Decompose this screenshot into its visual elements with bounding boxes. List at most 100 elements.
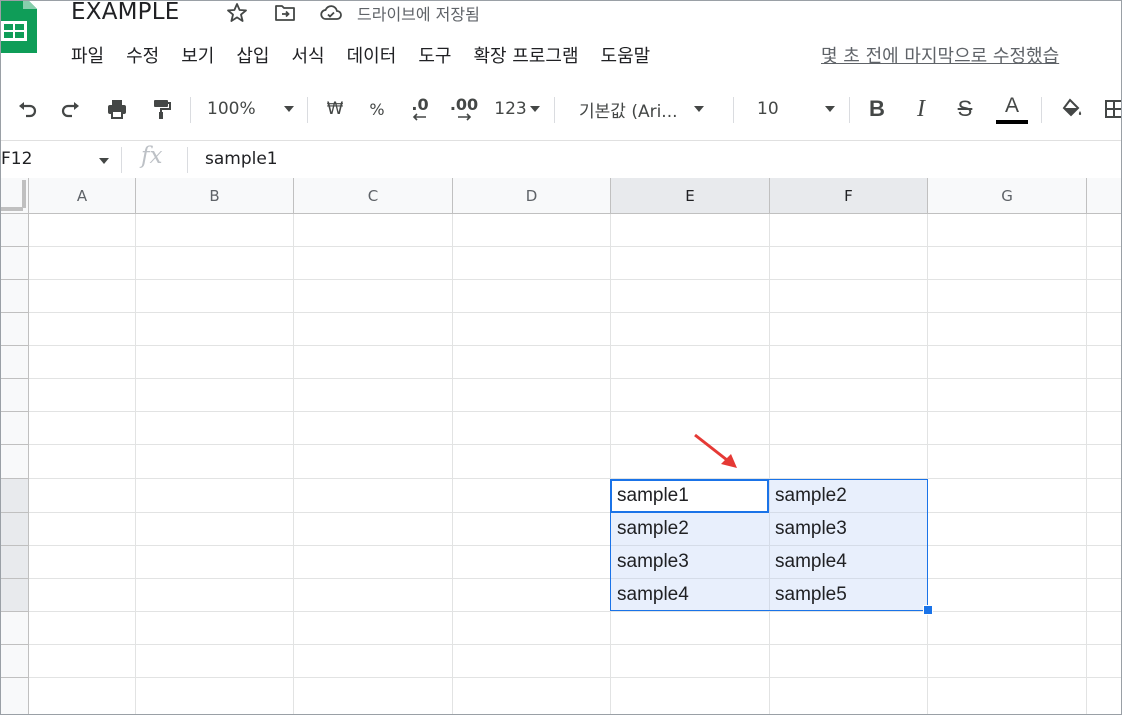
column-header-g[interactable]: G	[928, 178, 1087, 214]
select-all-corner[interactable]	[1, 178, 29, 214]
sheet-grid: A B C D E F G sample1 sample2 sample2 sa…	[1, 178, 1121, 714]
percent-format-button[interactable]: %	[363, 87, 391, 131]
print-button[interactable]	[101, 87, 133, 131]
row-header[interactable]	[1, 379, 29, 412]
undo-button[interactable]	[11, 87, 43, 131]
annotation-arrow-icon	[694, 433, 737, 468]
font-family-select[interactable]: 기본값 (Ari...	[579, 87, 721, 131]
italic-label: I	[917, 95, 925, 122]
formula-bar: F12 fx sample1	[1, 140, 1121, 178]
chevron-down-icon	[529, 106, 540, 112]
row-header[interactable]	[1, 479, 29, 513]
zoom-select[interactable]: 100%	[207, 87, 295, 131]
column-header-e[interactable]: E	[611, 178, 770, 214]
toolbar: 100% ₩ % .0 .00 123 기본값 (Ari... 10 B I S…	[1, 87, 1121, 131]
strikethrough-button[interactable]: S	[951, 87, 979, 131]
menu-help[interactable]: 도움말	[601, 42, 651, 68]
row-header[interactable]	[1, 346, 29, 379]
grid-line	[927, 214, 928, 714]
freeze-column-handle[interactable]	[22, 180, 26, 208]
column-header-d[interactable]: D	[453, 178, 611, 214]
grid-line	[29, 378, 1121, 379]
column-header-f[interactable]: F	[770, 178, 928, 214]
menu-edit[interactable]: 수정	[126, 42, 159, 68]
cell-f-value[interactable]: sample5	[775, 584, 847, 606]
row-header[interactable]	[1, 214, 29, 247]
cloud-saved-icon[interactable]	[319, 1, 343, 25]
star-icon[interactable]	[225, 1, 249, 25]
sheets-logo-icon[interactable]	[0, 0, 37, 53]
cell-f-value[interactable]: sample4	[775, 551, 847, 573]
increase-decimal-button[interactable]: .00	[445, 87, 483, 131]
row-header[interactable]	[1, 247, 29, 280]
italic-button[interactable]: I	[907, 87, 935, 131]
borders-icon	[1105, 100, 1121, 118]
decrease-decimal-button[interactable]: .0	[403, 87, 437, 131]
grid-line	[452, 214, 453, 714]
cell-e-value[interactable]: sample1	[617, 485, 689, 507]
toolbar-divider	[1041, 97, 1042, 123]
fx-icon: fx	[141, 143, 163, 169]
menu-file[interactable]: 파일	[71, 42, 104, 68]
row-header[interactable]	[1, 313, 29, 346]
column-header-h[interactable]	[1087, 178, 1121, 214]
row-header[interactable]	[1, 678, 29, 714]
row-header[interactable]	[1, 445, 29, 479]
cell-e-value[interactable]: sample4	[617, 584, 689, 606]
cell-f-value[interactable]: sample3	[775, 518, 847, 540]
decrease-decimal-label: .0	[411, 95, 429, 114]
row-header[interactable]	[1, 645, 29, 678]
row-header[interactable]	[1, 280, 29, 313]
menu-extensions[interactable]: 확장 프로그램	[473, 42, 578, 68]
menu-insert[interactable]: 삽입	[236, 42, 269, 68]
borders-button[interactable]	[1101, 87, 1121, 131]
cell-f-value[interactable]: sample2	[775, 485, 847, 507]
name-box[interactable]: F12	[1, 149, 32, 169]
font-family-value: 기본값 (Ari...	[579, 101, 678, 122]
last-edit-link[interactable]: 몇 초 전에 마지막으로 수정했습	[821, 42, 1059, 68]
column-header-b[interactable]: B	[136, 178, 294, 214]
fill-handle[interactable]	[923, 605, 933, 615]
menu-tools[interactable]: 도구	[418, 42, 451, 68]
row-header[interactable]	[1, 579, 29, 612]
grid-line	[29, 478, 1121, 479]
row-header[interactable]	[1, 412, 29, 445]
row-header[interactable]	[1, 546, 29, 579]
chevron-down-icon[interactable]	[99, 158, 109, 164]
menu-data[interactable]: 데이터	[347, 42, 397, 68]
text-color-button[interactable]: A	[995, 87, 1029, 131]
row-header[interactable]	[1, 513, 29, 546]
number-format-select[interactable]: 123	[491, 87, 543, 131]
font-size-value: 10	[757, 99, 779, 119]
currency-format-button[interactable]: ₩	[321, 87, 349, 131]
freeze-row-handle[interactable]	[1, 207, 23, 211]
bold-button[interactable]: B	[863, 87, 891, 131]
toolbar-divider	[733, 97, 734, 123]
column-header-c[interactable]: C	[294, 178, 453, 214]
chevron-down-icon	[693, 106, 704, 112]
menu-view[interactable]: 보기	[181, 42, 214, 68]
cell-e-value[interactable]: sample3	[617, 551, 689, 573]
save-status: 드라이브에 저장됨	[357, 5, 480, 24]
grid-line	[769, 214, 770, 714]
fill-color-button[interactable]	[1057, 87, 1087, 131]
row-header[interactable]	[1, 612, 29, 645]
menu-format[interactable]: 서식	[292, 42, 325, 68]
number-format-label: 123	[494, 99, 527, 119]
redo-button[interactable]	[55, 87, 87, 131]
cell-e-value[interactable]: sample2	[617, 518, 689, 540]
column-header-a[interactable]: A	[29, 178, 136, 214]
document-title[interactable]: EXAMPLE	[71, 1, 179, 25]
paint-format-icon	[154, 100, 171, 119]
font-size-select[interactable]: 10	[757, 87, 837, 131]
print-icon	[108, 100, 126, 119]
toolbar-divider	[307, 97, 308, 123]
percent-symbol: %	[369, 99, 385, 119]
grid-line	[29, 611, 1121, 612]
chevron-down-icon	[283, 106, 294, 112]
move-to-folder-icon[interactable]	[273, 1, 297, 25]
grid-line	[29, 545, 1121, 546]
formula-input[interactable]: sample1	[205, 149, 278, 169]
toolbar-divider	[554, 97, 555, 123]
paint-format-button[interactable]	[145, 87, 177, 131]
